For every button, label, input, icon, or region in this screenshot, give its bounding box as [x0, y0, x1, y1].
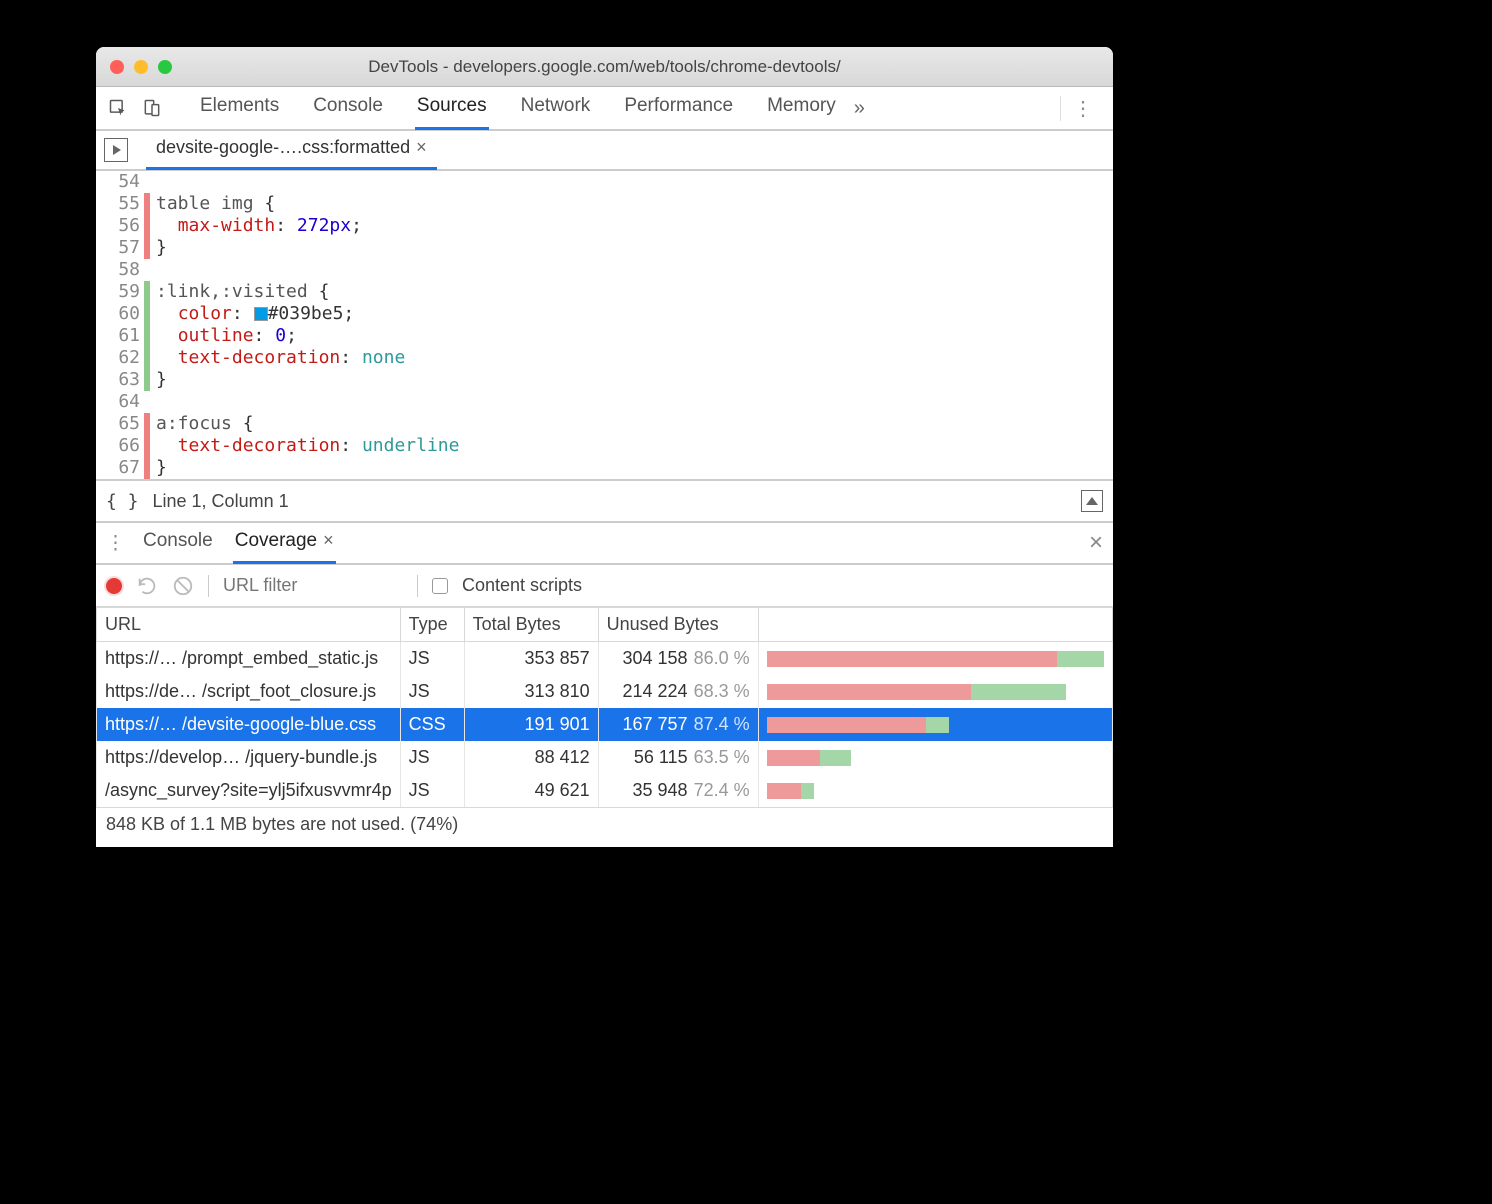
- zoom-window-button[interactable]: [158, 60, 172, 74]
- unused-bytes-cell: 167 75787.4 %: [598, 708, 758, 741]
- close-drawer-icon[interactable]: ×: [1089, 529, 1103, 557]
- settings-menu-icon[interactable]: ⋮: [1060, 96, 1105, 121]
- pretty-print-icon[interactable]: { }: [106, 491, 139, 512]
- table-row[interactable]: https://… /prompt_embed_static.jsJS353 8…: [97, 642, 1113, 676]
- open-file-label: devsite-google-….css:formatted: [156, 137, 410, 158]
- inspect-element-icon[interactable]: [104, 94, 132, 122]
- line-gutter: 545556575859606162636465666768: [96, 171, 144, 479]
- url-filter-input[interactable]: [223, 575, 403, 596]
- coverage-footer: 848 KB of 1.1 MB bytes are not used. (74…: [96, 807, 1113, 841]
- unused-bytes-cell: 214 22468.3 %: [598, 675, 758, 708]
- table-header-row: URLTypeTotal BytesUnused Bytes: [97, 608, 1113, 642]
- table-row[interactable]: https://develop… /jquery-bundle.jsJS88 4…: [97, 741, 1113, 774]
- record-button[interactable]: [106, 578, 122, 594]
- usage-bar-cell: [758, 708, 1112, 741]
- table-row[interactable]: https://de… /script_foot_closure.jsJS313…: [97, 675, 1113, 708]
- panel-tab-memory[interactable]: Memory: [765, 87, 838, 130]
- editor-statusbar: { } Line 1, Column 1: [96, 481, 1113, 523]
- panel-tab-performance[interactable]: Performance: [622, 87, 735, 130]
- close-drawer-tab-icon[interactable]: ×: [323, 530, 334, 551]
- panel-tab-network[interactable]: Network: [519, 87, 593, 130]
- code-content: table img { max-width: 272px;}:link,:vis…: [150, 171, 459, 479]
- device-toolbar-icon[interactable]: [138, 94, 166, 122]
- usage-bar-cell: [758, 741, 1112, 774]
- usage-bar-cell: [758, 675, 1112, 708]
- total-bytes-cell: 49 621: [464, 774, 598, 807]
- content-scripts-label: Content scripts: [462, 575, 582, 596]
- total-bytes-cell: 313 810: [464, 675, 598, 708]
- clear-icon[interactable]: [172, 575, 194, 597]
- panel-tab-elements[interactable]: Elements: [198, 87, 281, 130]
- table-row[interactable]: https://… /devsite-google-blue.cssCSS191…: [97, 708, 1113, 741]
- column-header[interactable]: Type: [400, 608, 464, 642]
- usage-bar-cell: [758, 642, 1112, 676]
- titlebar: DevTools - developers.google.com/web/too…: [96, 47, 1113, 87]
- navigator-toggle-icon[interactable]: [104, 138, 128, 162]
- column-header[interactable]: URL: [97, 608, 401, 642]
- column-header[interactable]: Unused Bytes: [598, 608, 758, 642]
- minimize-window-button[interactable]: [134, 60, 148, 74]
- url-cell: https://… /devsite-google-blue.css: [97, 708, 401, 741]
- cursor-position: Line 1, Column 1: [153, 491, 289, 512]
- unused-bytes-cell: 304 15886.0 %: [598, 642, 758, 676]
- total-bytes-cell: 191 901: [464, 708, 598, 741]
- separator: [417, 575, 418, 597]
- separator: [208, 575, 209, 597]
- unused-bytes-cell: 56 11563.5 %: [598, 741, 758, 774]
- drawer-menu-icon[interactable]: ⋮: [106, 532, 123, 555]
- total-bytes-cell: 88 412: [464, 741, 598, 774]
- main-toolbar: Elements Console Sources Network Performance…: [96, 87, 1113, 131]
- coverage-summary: 848 KB of 1.1 MB bytes are not used. (74…: [106, 814, 458, 835]
- window-title: DevTools - developers.google.com/web/too…: [96, 57, 1113, 77]
- open-file-tab[interactable]: devsite-google-….css:formatted ×: [146, 130, 437, 170]
- coverage-toolbar: Content scripts: [96, 565, 1113, 607]
- more-tabs-icon[interactable]: »: [854, 97, 865, 120]
- type-cell: JS: [400, 675, 464, 708]
- show-sidebar-icon[interactable]: [1081, 490, 1103, 512]
- table-row[interactable]: /async_survey?site=ylj5ifxusvvmr4pJS49 6…: [97, 774, 1113, 807]
- column-header[interactable]: Total Bytes: [464, 608, 598, 642]
- type-cell: JS: [400, 774, 464, 807]
- type-cell: CSS: [400, 708, 464, 741]
- devtools-window: DevTools - developers.google.com/web/too…: [96, 47, 1113, 847]
- panel-tabs: Elements Console Sources Network Performance…: [198, 87, 838, 130]
- usage-bar-cell: [758, 774, 1112, 807]
- url-cell: https://develop… /jquery-bundle.js: [97, 741, 401, 774]
- url-cell: https://de… /script_foot_closure.js: [97, 675, 401, 708]
- coverage-table: URLTypeTotal BytesUnused Bytes https://……: [96, 607, 1113, 807]
- drawer-tab-coverage[interactable]: Coverage×: [233, 523, 336, 564]
- content-scripts-checkbox[interactable]: [432, 578, 448, 594]
- type-cell: JS: [400, 642, 464, 676]
- close-window-button[interactable]: [110, 60, 124, 74]
- traffic-lights: [110, 60, 172, 74]
- code-editor[interactable]: 545556575859606162636465666768 table img…: [96, 171, 1113, 481]
- close-tab-icon[interactable]: ×: [416, 137, 427, 158]
- sources-tabstrip: devsite-google-….css:formatted ×: [96, 131, 1113, 171]
- reload-icon[interactable]: [136, 575, 158, 597]
- drawer-tabstrip: ⋮ Console Coverage× ×: [96, 523, 1113, 565]
- drawer-tab-console[interactable]: Console: [141, 523, 215, 564]
- panel-tab-console[interactable]: Console: [311, 87, 385, 130]
- total-bytes-cell: 353 857: [464, 642, 598, 676]
- url-cell: https://… /prompt_embed_static.js: [97, 642, 401, 676]
- url-cell: /async_survey?site=ylj5ifxusvvmr4p: [97, 774, 401, 807]
- type-cell: JS: [400, 741, 464, 774]
- panel-tab-sources[interactable]: Sources: [415, 87, 489, 130]
- unused-bytes-cell: 35 94872.4 %: [598, 774, 758, 807]
